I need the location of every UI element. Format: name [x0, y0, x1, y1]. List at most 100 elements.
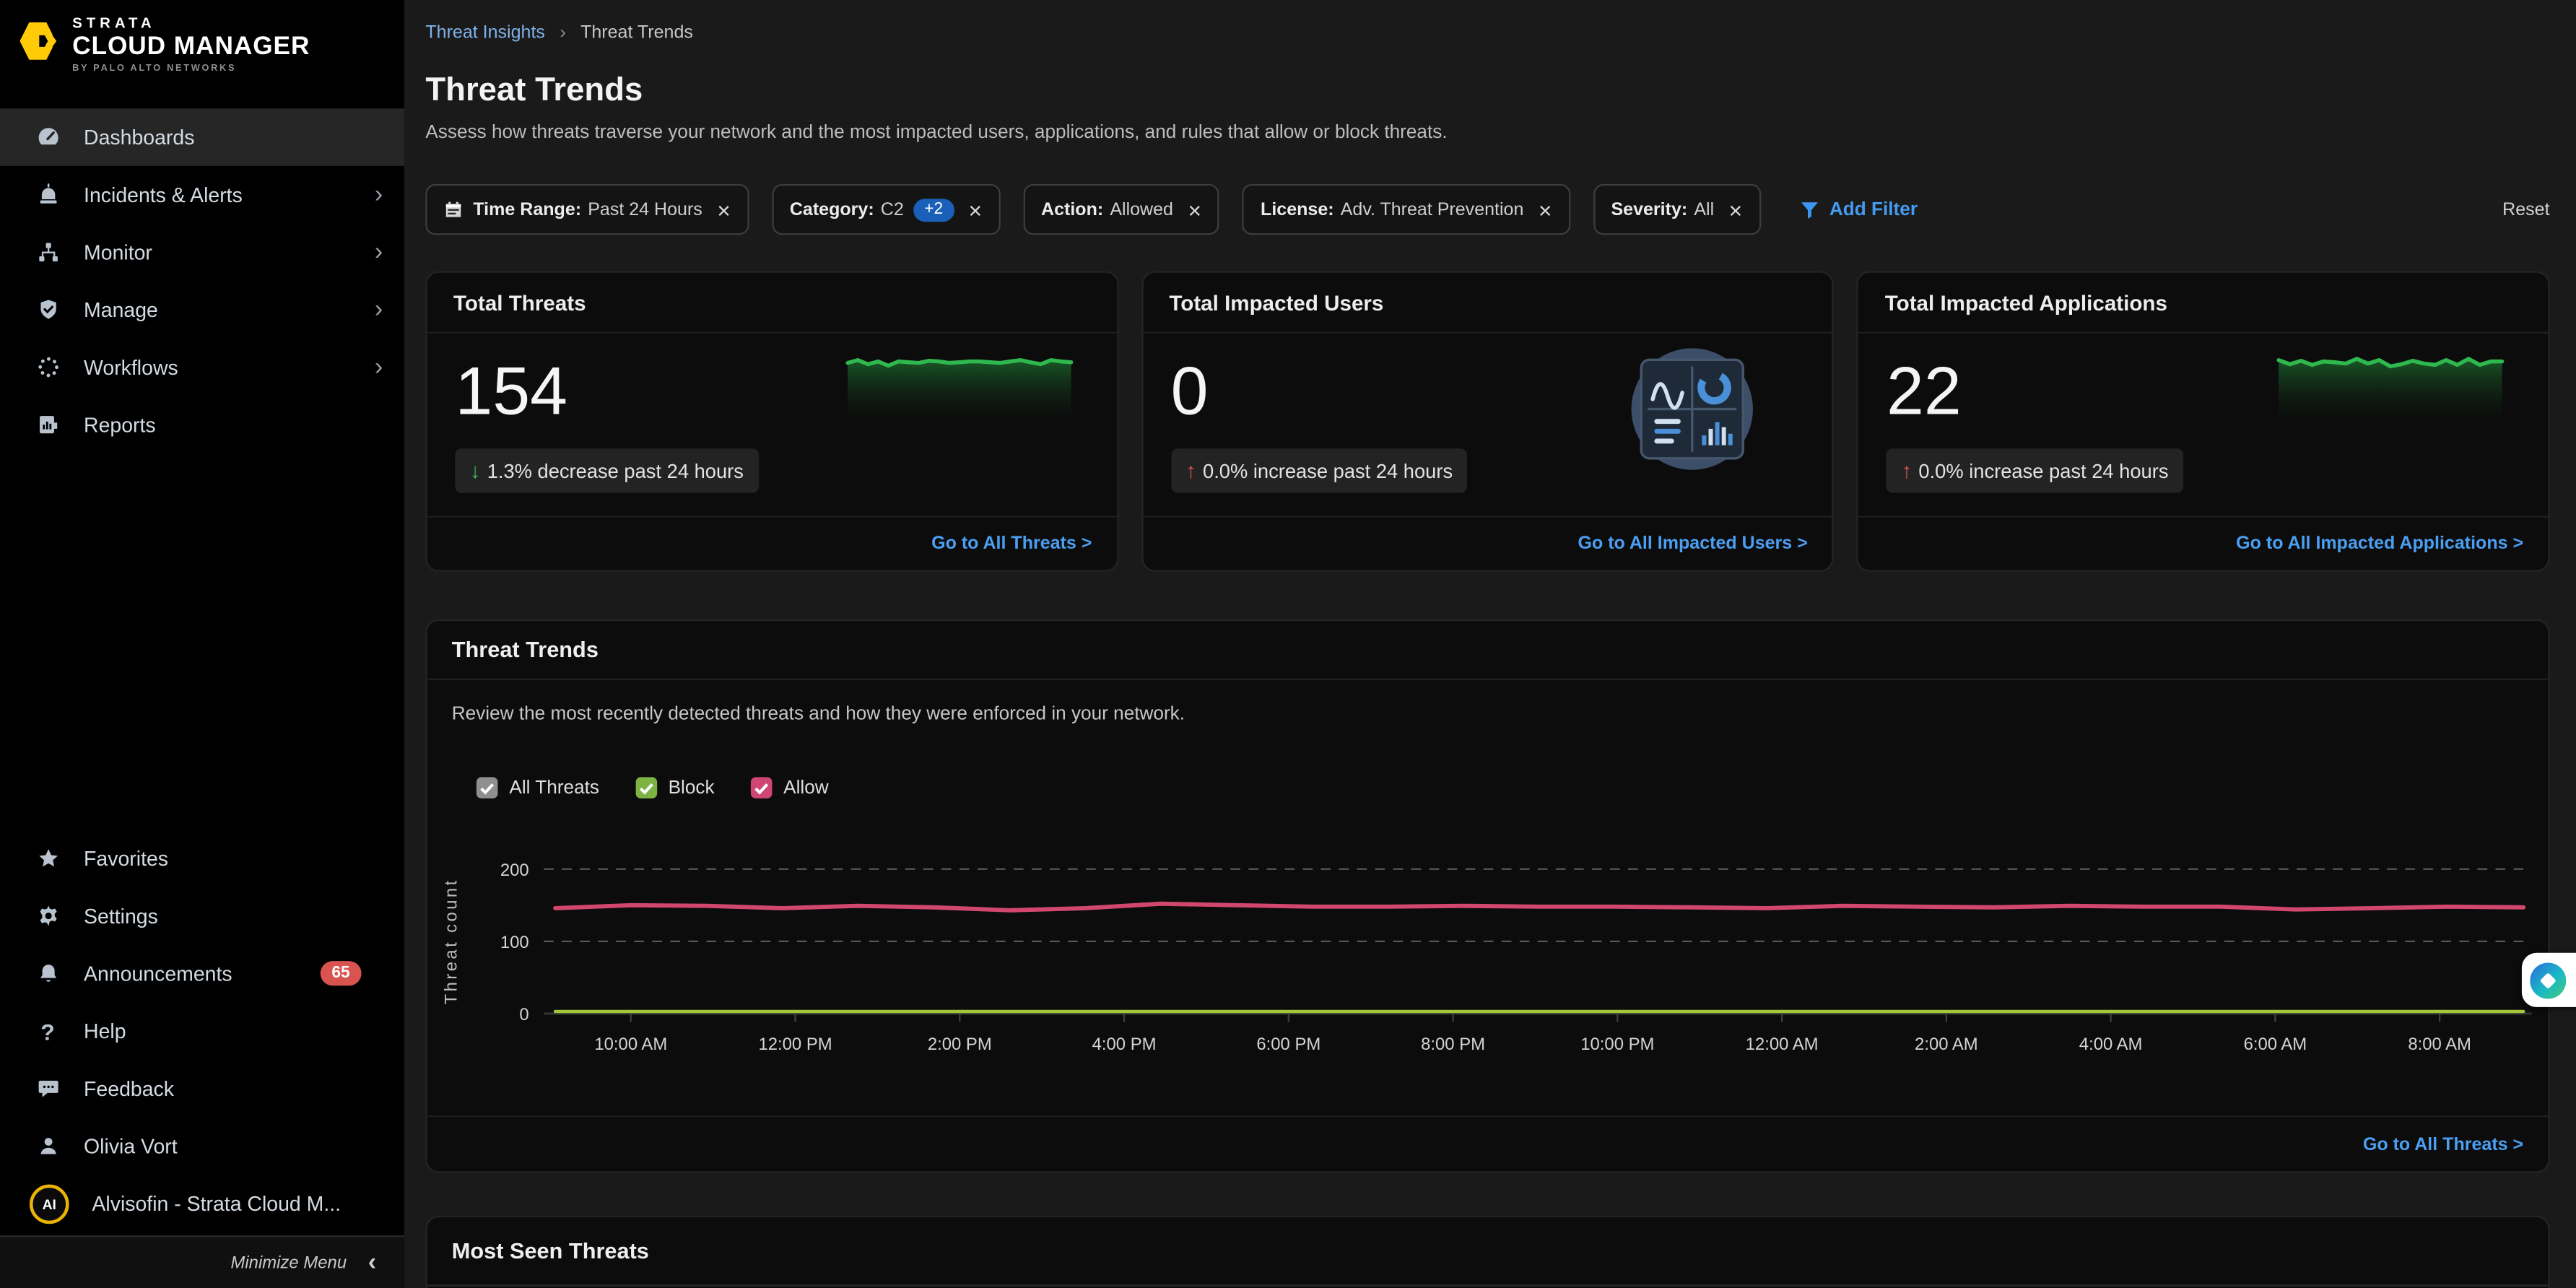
sidebar-item-label: Monitor [84, 240, 152, 264]
brand-logo[interactable]: STRATA CLOUD MANAGER BY PALO ALTO NETWOR… [0, 0, 404, 92]
breadcrumb-separator: › [560, 23, 566, 43]
app-screen: STRATA CLOUD MANAGER BY PALO ALTO NETWOR… [0, 0, 2576, 1288]
filter-label: License: [1261, 199, 1334, 219]
sidebar-item-reports[interactable]: Reports [0, 396, 404, 453]
copilot-floating-button[interactable] [2522, 953, 2576, 1007]
close-icon[interactable]: × [1539, 198, 1552, 221]
card-footer: Go to All Threats > [427, 516, 1117, 570]
sidebar-item-workflows[interactable]: Workflows › [0, 339, 404, 396]
brand-text: STRATA CLOUD MANAGER BY PALO ALTO NETWOR… [72, 17, 310, 74]
go-to-all-threats-link[interactable]: Go to All Threats > [2363, 1134, 2523, 1154]
sidebar-item-label: Olivia Vort [84, 1134, 178, 1157]
total-threats-value: 154 [455, 353, 567, 430]
panel-description: Review the most recently detected threat… [452, 705, 1185, 724]
threat-trends-line-chart[interactable]: 0100200Threat count10:00 AM12:00 PM2:00 … [427, 851, 2551, 1073]
minimize-menu-button[interactable]: Minimize Menu ‹ [0, 1235, 404, 1288]
svg-text:200: 200 [500, 861, 529, 880]
copilot-logo-icon [2530, 962, 2566, 998]
go-to-all-threats-link[interactable]: Go to All Threats > [931, 534, 1092, 554]
strata-hexagon-logo-icon [14, 17, 61, 66]
legend-label: Block [669, 778, 715, 797]
sidebar-item-label: Announcements [84, 962, 232, 985]
svg-text:12:00 PM: 12:00 PM [758, 1035, 832, 1054]
sidebar-item-user-olivia-vort[interactable]: Olivia Vort [0, 1117, 404, 1175]
total-impacted-users-card: Total Impacted Users 0 [1141, 271, 1835, 571]
add-filter-label: Add Filter [1829, 199, 1918, 219]
svg-text:6:00 AM: 6:00 AM [2244, 1035, 2307, 1054]
change-text: 1.3% decrease past 24 hours [487, 459, 744, 482]
filter-chip-category[interactable]: Category: C2 +2 × [772, 184, 1000, 235]
legend-label: Allow [783, 778, 829, 797]
gear-icon [35, 902, 61, 928]
shield-check-icon [35, 297, 61, 323]
filter-chip-time-range[interactable]: Time Range: Past 24 Hours × [425, 184, 749, 235]
svg-text:2:00 AM: 2:00 AM [1915, 1035, 1978, 1054]
svg-text:100: 100 [500, 933, 529, 952]
filter-more-count-pill[interactable]: +2 [913, 198, 954, 221]
breadcrumb-threat-insights[interactable]: Threat Insights [425, 23, 545, 43]
total-threats-card: Total Threats 154 ↓ 1.3% decrease past 2… [425, 271, 1118, 571]
arrow-up-icon: ↑ [1185, 458, 1196, 483]
filter-chip-license[interactable]: License: Adv. Threat Prevention × [1243, 184, 1570, 235]
change-badge: ↑ 0.0% increase past 24 hours [1171, 448, 1468, 492]
sidebar-nav: Dashboards Incidents & Alerts › Monitor … [0, 108, 404, 453]
sidebar-item-feedback[interactable]: Feedback [0, 1060, 404, 1118]
sidebar-item-label: Settings [84, 905, 158, 928]
stat-cards-row: Total Threats 154 ↓ 1.3% decrease past 2… [425, 271, 2549, 571]
applications-sparkline [2272, 344, 2509, 426]
threats-sparkline [840, 344, 1077, 426]
sidebar-item-tenant-alvisofin[interactable]: AI Alvisofin - Strata Cloud M... [0, 1175, 404, 1232]
checkbox-checked-icon[interactable] [751, 777, 773, 799]
star-icon [35, 845, 61, 871]
go-to-all-impacted-applications-link[interactable]: Go to All Impacted Applications > [2236, 534, 2523, 554]
change-badge: ↑ 0.0% increase past 24 hours [1887, 448, 2183, 492]
close-icon[interactable]: × [717, 198, 731, 221]
checkbox-checked-icon[interactable] [635, 777, 657, 799]
svg-text:12:00 AM: 12:00 AM [1746, 1035, 1819, 1054]
svg-text:8:00 AM: 8:00 AM [2408, 1035, 2471, 1054]
threat-trends-panel: Threat Trends Review the most recently d… [425, 619, 2549, 1173]
filter-value: C2 [881, 199, 904, 219]
chevron-right-icon: › [375, 183, 383, 207]
add-filter-button[interactable]: Add Filter [1798, 199, 1918, 220]
sidebar-item-settings[interactable]: Settings [0, 887, 404, 945]
panel-title: Most Seen Threats [427, 1217, 2549, 1287]
funnel-icon [1798, 199, 1820, 220]
svg-text:4:00 AM: 4:00 AM [2079, 1035, 2143, 1054]
legend-block-checkbox[interactable]: Block [635, 777, 715, 799]
svg-text:10:00 AM: 10:00 AM [594, 1035, 667, 1054]
legend-allow-checkbox[interactable]: Allow [751, 777, 829, 799]
bell-icon [35, 960, 61, 986]
reset-filters-button[interactable]: Reset [2502, 199, 2549, 219]
close-icon[interactable]: × [1729, 198, 1743, 221]
checkbox-checked-icon[interactable] [477, 777, 498, 799]
sidebar-item-incidents-alerts[interactable]: Incidents & Alerts › [0, 166, 404, 224]
breadcrumb-current: Threat Trends [580, 23, 693, 43]
legend-label: All Threats [509, 778, 599, 797]
sidebar-footer: Favorites Settings Announcements 65 ? He… [0, 830, 404, 1288]
filter-chip-action[interactable]: Action: Allowed × [1023, 184, 1219, 235]
card-title: Total Threats [427, 273, 1117, 334]
card-body: 0 ↑ [1143, 334, 1832, 516]
sidebar-item-label: Manage [84, 298, 158, 321]
sidebar-item-manage[interactable]: Manage › [0, 281, 404, 339]
card-title: Total Impacted Applications [1858, 273, 2548, 334]
ai-avatar: AI [30, 1184, 69, 1224]
chevron-right-icon: › [375, 355, 383, 380]
go-to-all-impacted-users-link[interactable]: Go to All Impacted Users > [1578, 534, 1807, 554]
sidebar-item-dashboards[interactable]: Dashboards [0, 108, 404, 166]
sidebar-item-label: Alvisofin - Strata Cloud M... [92, 1192, 341, 1215]
legend-all-threats-checkbox[interactable]: All Threats [477, 777, 599, 799]
sidebar-item-label: Dashboards [84, 126, 194, 149]
change-text: 0.0% increase past 24 hours [1918, 459, 2168, 482]
sidebar-item-favorites[interactable]: Favorites [0, 830, 404, 887]
sidebar-item-help[interactable]: ? Help [0, 1002, 404, 1060]
sidebar-item-monitor[interactable]: Monitor › [0, 223, 404, 281]
close-icon[interactable]: × [968, 198, 982, 221]
filter-bar: Time Range: Past 24 Hours × Category: C2… [425, 184, 2549, 235]
filter-chip-severity[interactable]: Severity: All × [1593, 184, 1760, 235]
close-icon[interactable]: × [1188, 198, 1201, 221]
sidebar-item-announcements[interactable]: Announcements 65 [0, 944, 404, 1002]
filter-value: Adv. Threat Prevention [1341, 199, 1524, 219]
impacted-users-illustration [1619, 336, 1767, 489]
